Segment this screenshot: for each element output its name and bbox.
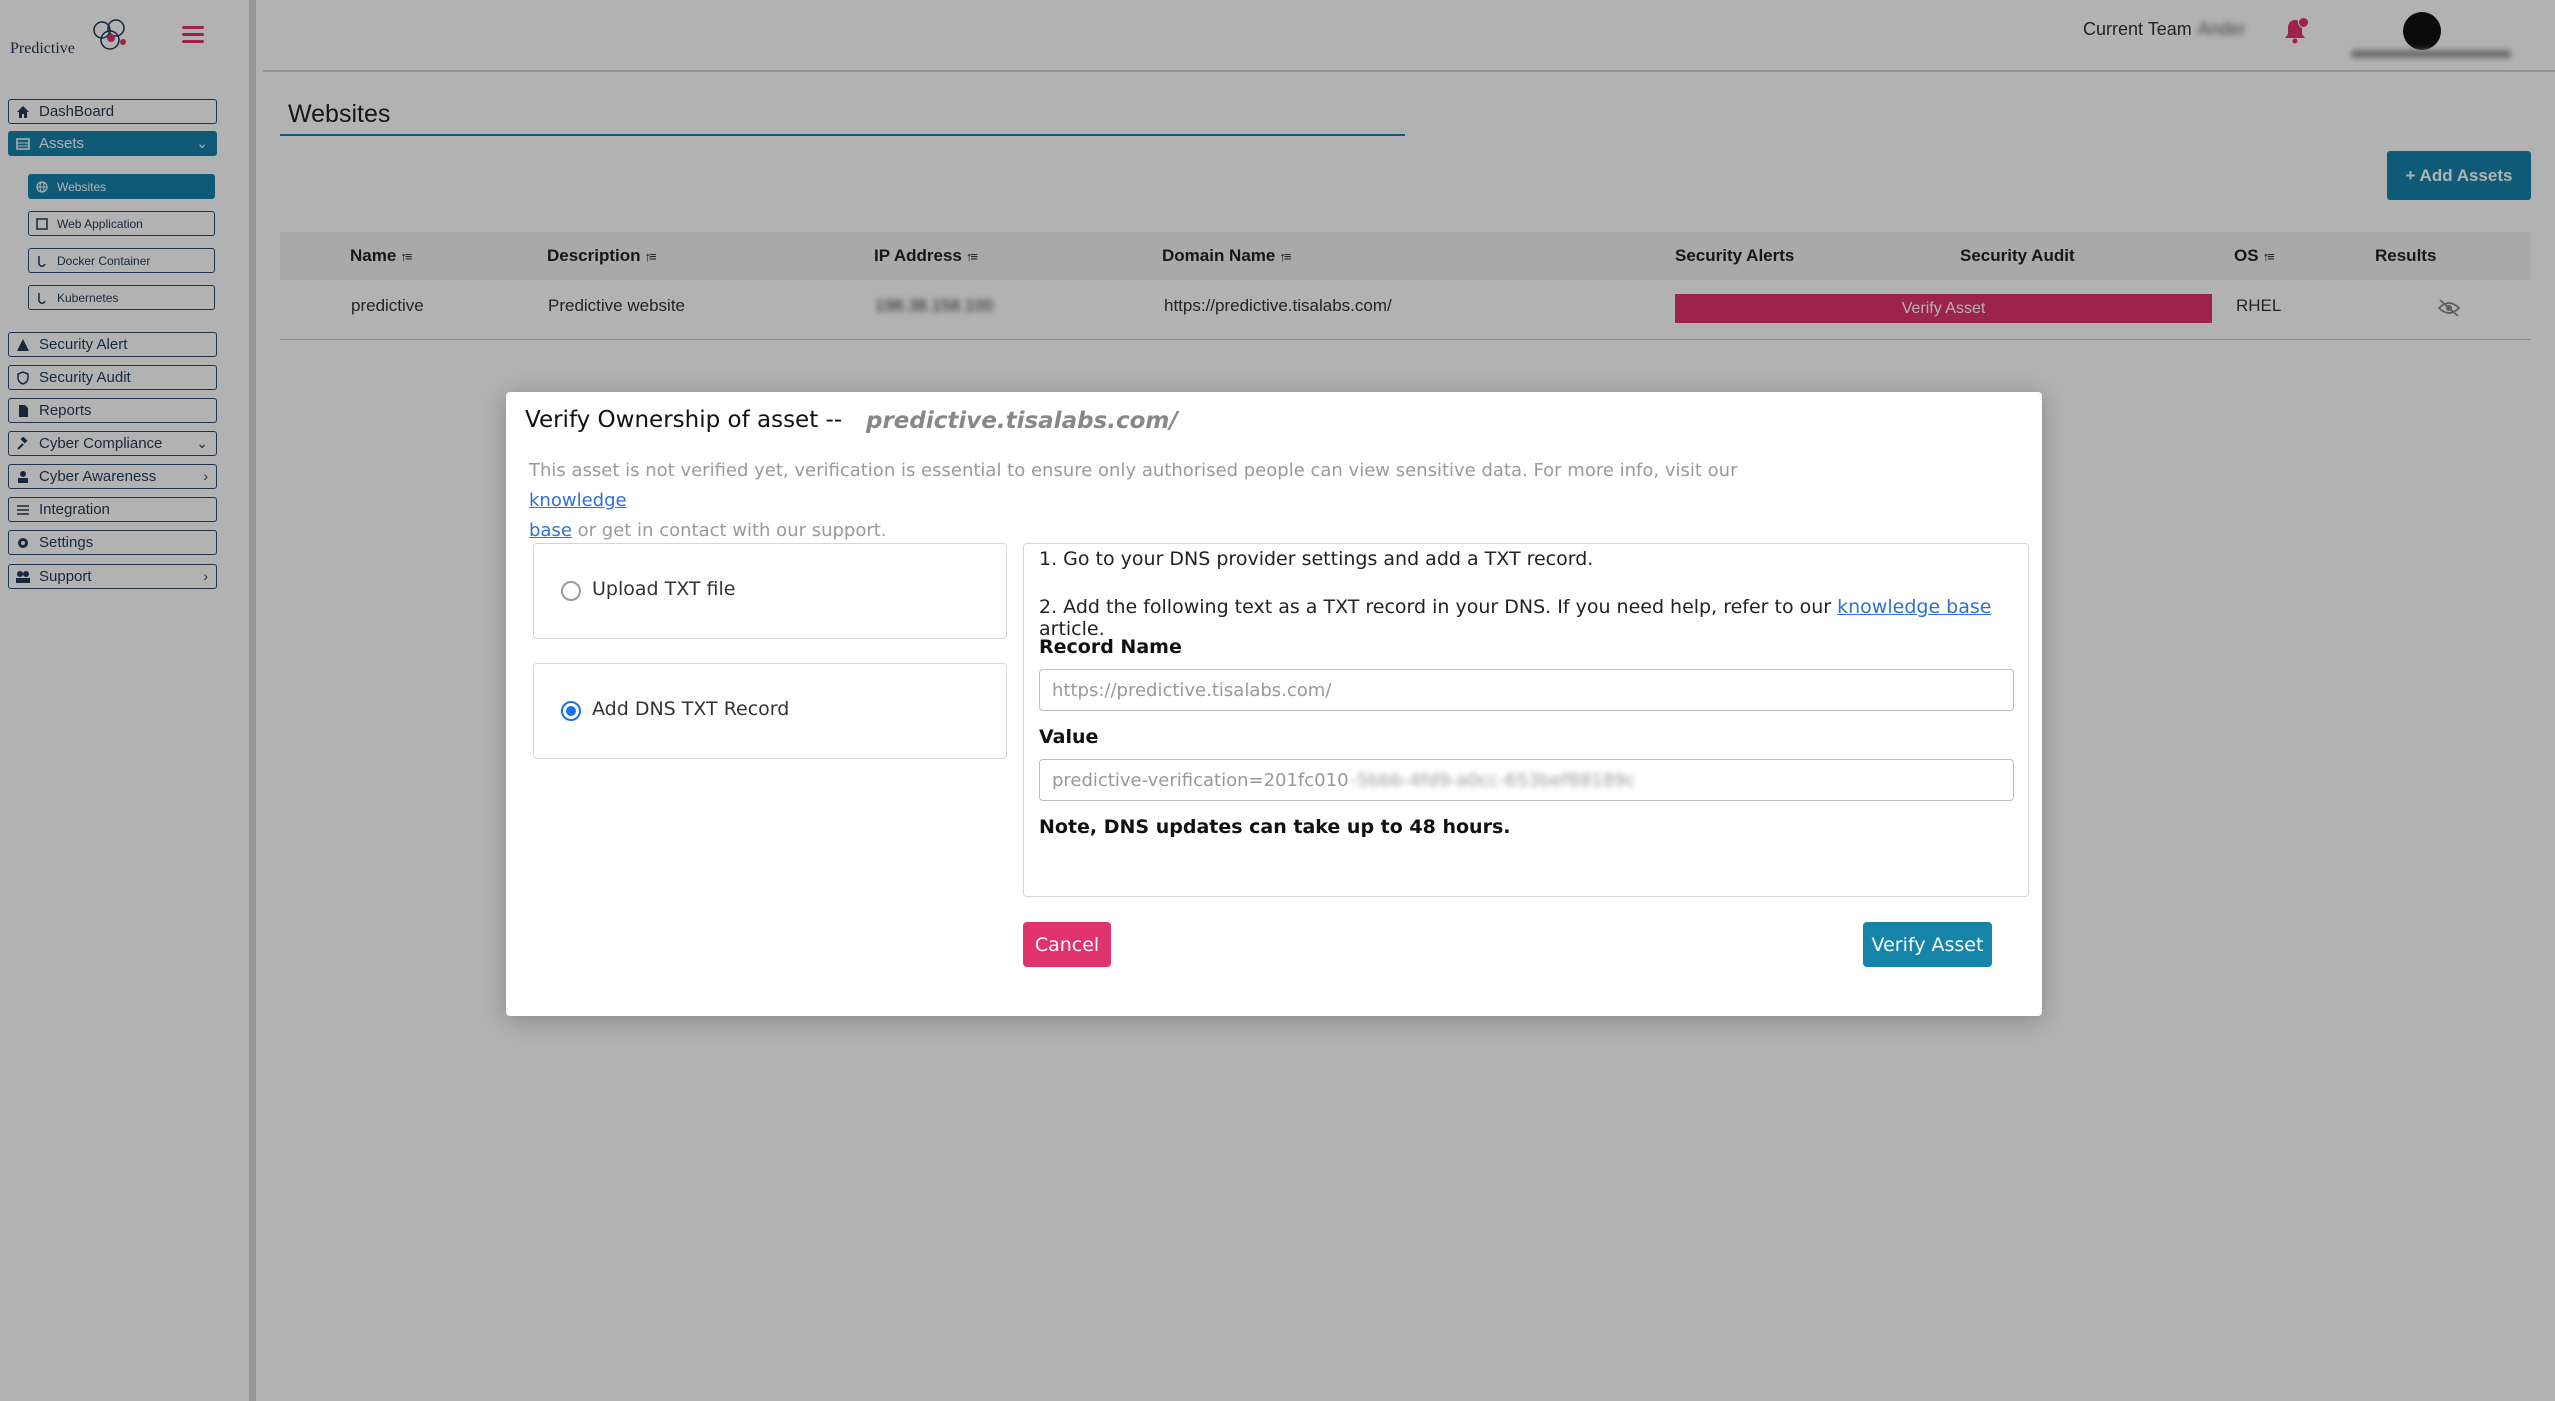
option-upload-txt[interactable]: Upload TXT file	[533, 543, 1007, 639]
value-field[interactable]: predictive-verification=201fc010 -5bbb-4f…	[1039, 759, 2014, 801]
record-name-field[interactable]	[1039, 669, 2014, 711]
upload-txt-label: Upload TXT file	[592, 578, 736, 600]
knowledge-base-link-cont[interactable]: base	[529, 520, 572, 541]
add-dns-txt-label: Add DNS TXT Record	[592, 698, 790, 720]
modal-domain: predictive.tisalabs.com/	[866, 408, 1178, 434]
value-redacted: -5bbb-4fd9-a0cc-653bef88189c	[1350, 769, 1636, 791]
knowledge-base-link[interactable]: knowledge	[529, 490, 627, 511]
instruction-step-2: 2. Add the following text as a TXT recor…	[1039, 596, 1992, 640]
knowledge-base-article-link[interactable]: knowledge base	[1837, 596, 1991, 618]
modal-description: This asset is not verified yet, verifica…	[529, 460, 1738, 541]
dns-note: Note, DNS updates can take up to 48 hour…	[1039, 816, 1511, 838]
value-label: Value	[1039, 726, 1099, 748]
add-dns-txt-radio[interactable]	[561, 701, 581, 721]
instruction-step-1: 1. Go to your DNS provider settings and …	[1039, 548, 1594, 570]
verify-ownership-modal: Verify Ownership of asset -- predictive.…	[506, 392, 2042, 1016]
modal-title: Verify Ownership of asset --	[525, 407, 843, 433]
upload-txt-radio[interactable]	[561, 581, 581, 601]
value-prefix: predictive-verification=201fc010	[1052, 769, 1349, 791]
verify-asset-button[interactable]: Verify Asset	[1863, 922, 1992, 967]
cancel-button[interactable]: Cancel	[1023, 922, 1111, 967]
record-name-label: Record Name	[1039, 636, 1182, 658]
option-add-dns-txt[interactable]: Add DNS TXT Record	[533, 663, 1007, 759]
dns-instructions: 1. Go to your DNS provider settings and …	[1023, 543, 2029, 897]
